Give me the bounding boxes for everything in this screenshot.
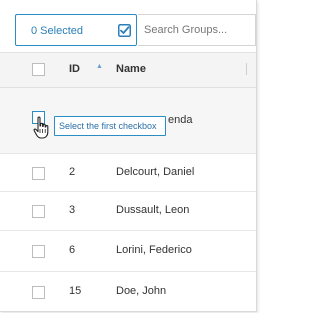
row-id: 3 [69,204,76,216]
column-resize-handle[interactable] [246,63,253,75]
table-row[interactable]: 15 Doe, John [0,272,256,311]
table-row[interactable]: 6 Lorini, Federico [0,231,256,272]
table-header: ID ▲ Name [0,53,256,88]
row-checkbox-cell [32,245,45,258]
hand-pointer-icon [33,116,49,139]
table-row[interactable]: 3 Dussault, Leon [0,192,256,231]
row-checkbox[interactable] [32,245,45,258]
select-all-checkbox[interactable] [32,63,45,76]
search-groups-input[interactable] [138,14,256,46]
row-checkbox[interactable] [32,286,45,299]
row-name: Lorini, Federico [116,244,192,256]
checkbox-checked-icon[interactable] [118,24,131,37]
toolbar: 0 Selected [0,0,256,53]
row-checkbox-cell [32,205,45,218]
row-id: 15 [69,285,82,297]
tooltip: Select the first checkbox [54,116,166,136]
table-row[interactable]: 2 Delcourt, Daniel [0,154,256,192]
select-all-checkbox-cell [32,63,45,76]
row-checkbox-cell [32,286,45,299]
row-name: Dussault, Leon [116,204,190,216]
row-name: Doe, John [116,285,167,297]
column-header-name[interactable]: Name [116,63,146,75]
row-checkbox[interactable] [32,205,45,218]
row-name: enda [168,113,193,126]
selected-count-button[interactable]: 0 Selected [15,14,137,46]
selected-count-label: 0 Selected [31,25,83,37]
column-header-id[interactable]: ID [69,63,80,75]
sort-ascending-icon[interactable]: ▲ [96,63,103,70]
row-name: Delcourt, Daniel [116,165,195,178]
row-checkbox[interactable] [32,166,45,180]
row-checkbox-cell [32,166,45,180]
tooltip-text: Select the first checkbox [59,121,157,131]
row-id: 6 [69,244,76,256]
row-id: 2 [69,165,76,178]
groups-panel: 0 Selected ID ▲ Name enda 2 Delcourt, Da… [0,0,257,312]
